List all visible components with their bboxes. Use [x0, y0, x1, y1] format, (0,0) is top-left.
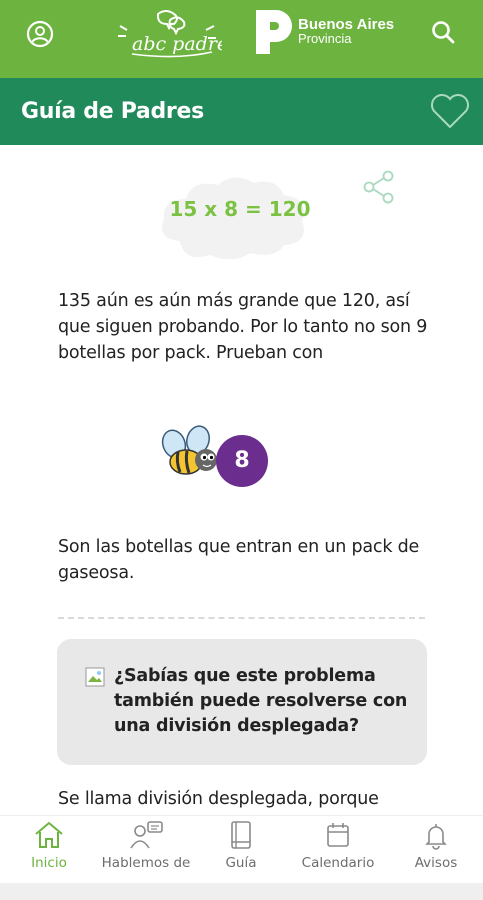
- equation-text: 15 x 8 = 120: [169, 197, 311, 221]
- section-header: Guía de Padres: [0, 78, 483, 204]
- nav-label-avisos: Avisos: [414, 855, 458, 871]
- paragraph-3: Se llama división desplegada, porque: [58, 789, 379, 809]
- calendar-icon: [327, 823, 349, 847]
- page-title: Guía de Padres: [21, 99, 204, 124]
- dashed-divider: [58, 617, 425, 619]
- nav-item-inicio[interactable]: Inicio: [14, 816, 84, 884]
- svg-text:abc padres: abc padres: [132, 33, 222, 55]
- nav-label-guia: Guía: [225, 855, 257, 871]
- heart-icon[interactable]: [428, 91, 472, 131]
- bell-icon: [425, 824, 447, 850]
- nav-label-hablemos: Hablemos de: [101, 855, 191, 871]
- nav-label-inicio: Inicio: [31, 855, 67, 871]
- search-icon[interactable]: [425, 14, 463, 52]
- paragraph-2: Son las botellas que entran en un pack d…: [58, 537, 420, 583]
- nav-item-hablemos[interactable]: Hablemos de: [96, 816, 196, 884]
- province-brand: Buenos Aires Provincia: [298, 17, 394, 46]
- tip-box[interactable]: ¿Sabías que este problema también puede …: [57, 639, 427, 765]
- tip-text: ¿Sabías que este problema también puede …: [114, 666, 408, 736]
- bottom-navigation: Inicio Hablemos de Guía Calendario Aviso…: [0, 815, 483, 883]
- nav-label-calendario: Calendario: [301, 855, 375, 871]
- abc-padres-logo: abc padres: [110, 6, 238, 62]
- province-line1: Buenos Aires: [298, 16, 395, 33]
- home-icon: [35, 821, 63, 848]
- top-bar: abc padres Buenos Aires Provincia: [0, 0, 483, 78]
- chat-person-icon: [130, 821, 163, 849]
- book-icon: [231, 821, 251, 849]
- broken-image-icon: [85, 667, 105, 687]
- number-badge: 8: [216, 435, 268, 487]
- paragraph-1: 135 aún es aún más grande que 120, así q…: [58, 291, 428, 363]
- user-icon[interactable]: [22, 16, 58, 52]
- system-bar-strip: [0, 883, 483, 900]
- nav-item-calendario[interactable]: Calendario: [292, 816, 384, 884]
- article-content[interactable]: 15 x 8 = 120 135 aún es aún más grande q…: [0, 145, 483, 815]
- nav-item-avisos[interactable]: Avisos: [402, 816, 470, 884]
- province-line2: Provincia: [298, 31, 352, 46]
- nav-item-guia[interactable]: Guía: [206, 816, 276, 884]
